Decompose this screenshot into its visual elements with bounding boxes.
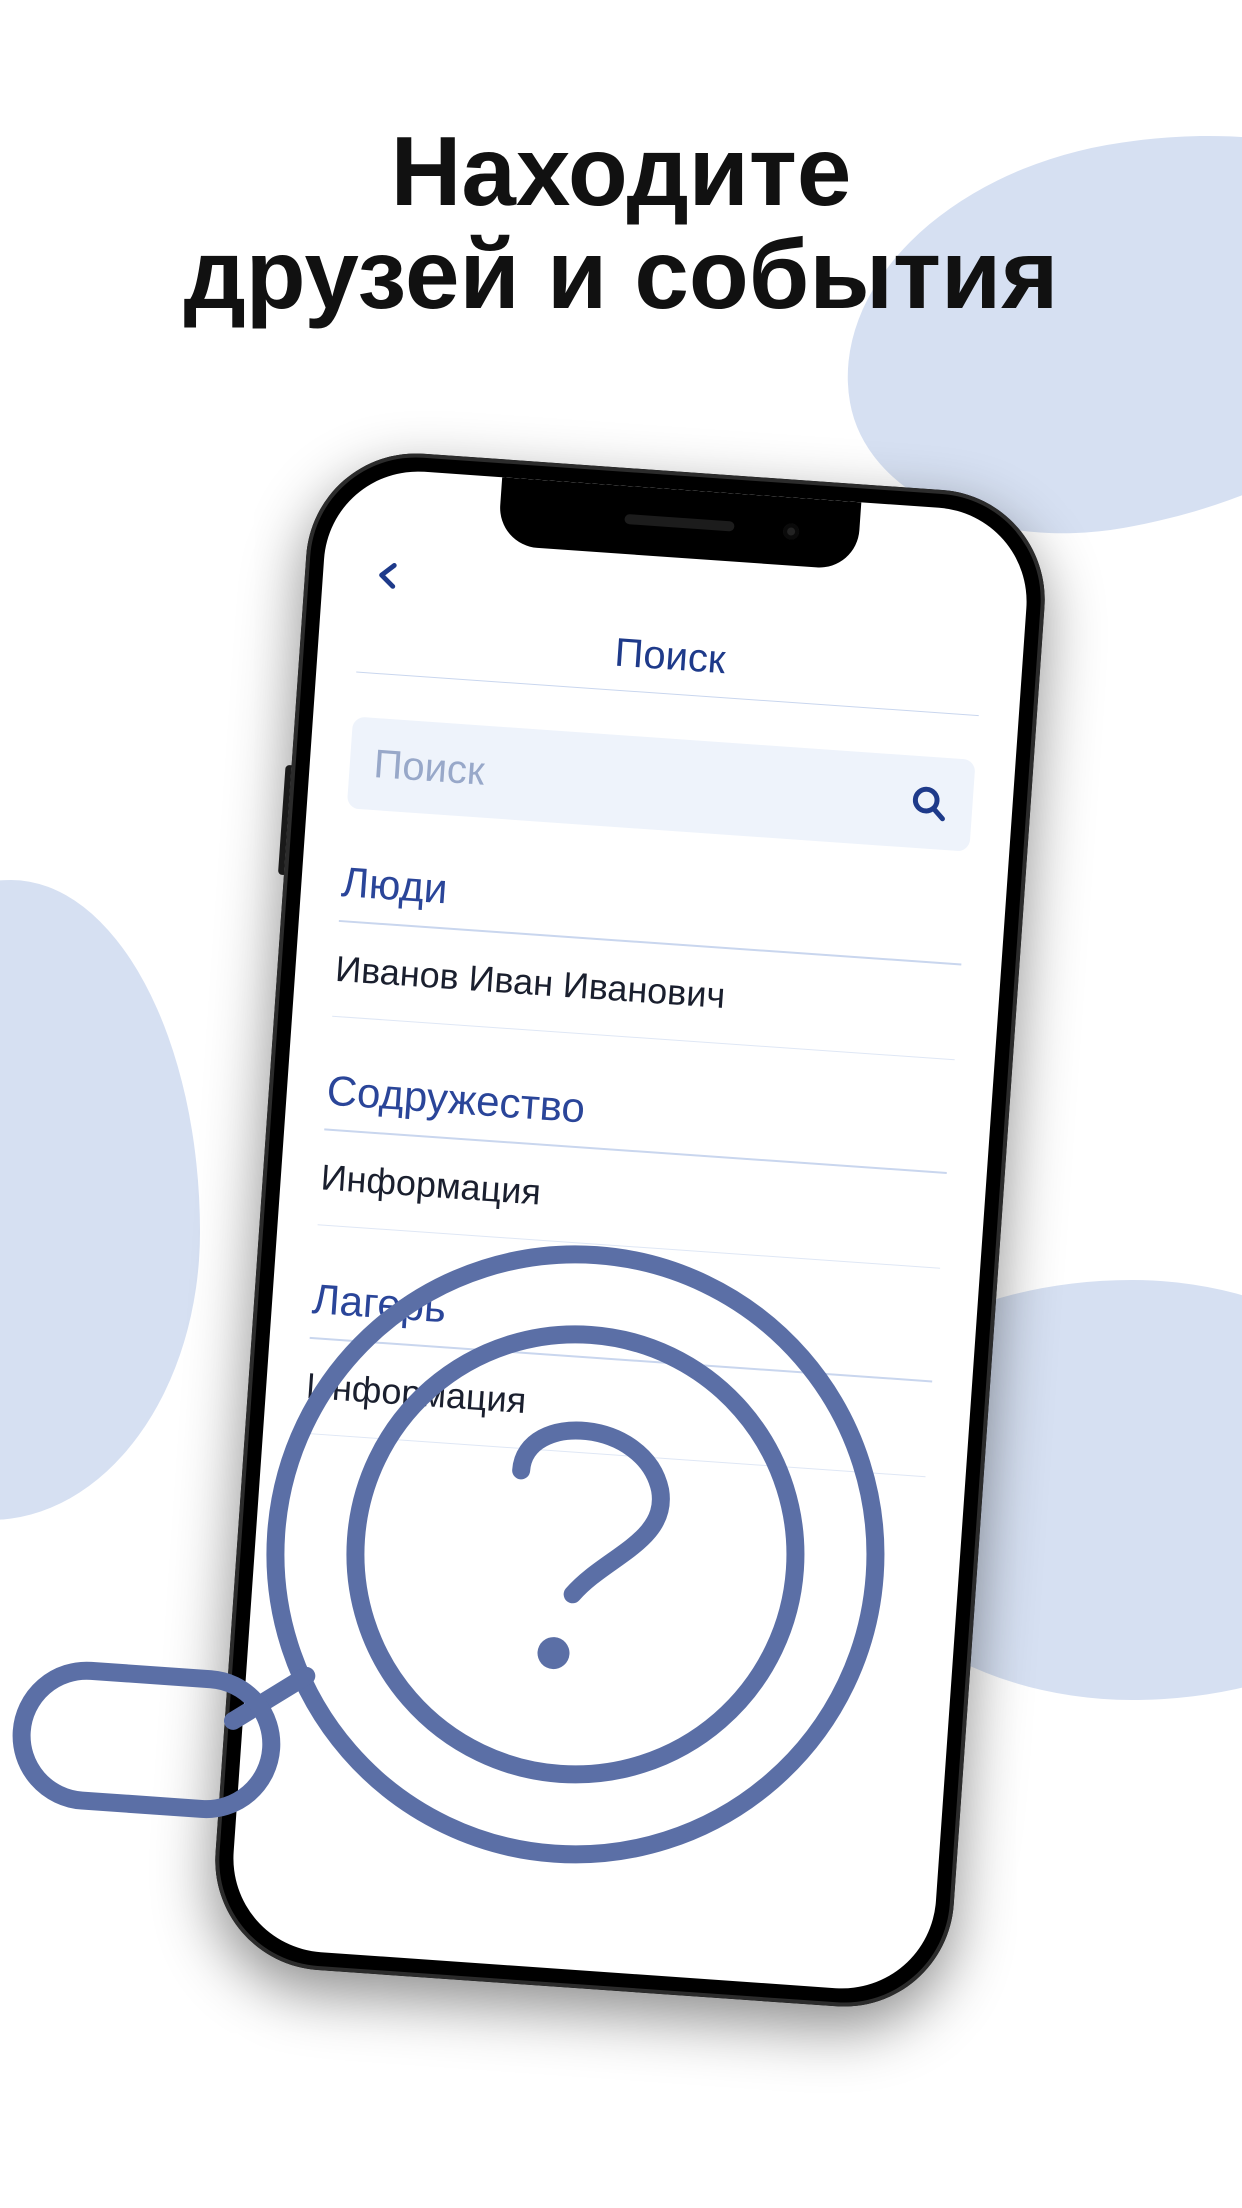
back-button[interactable] xyxy=(361,548,417,604)
page-title: Поиск xyxy=(356,613,983,715)
search-icon xyxy=(907,781,950,824)
magnifier-illustration xyxy=(0,1186,1037,2074)
list-item-label: Информация xyxy=(319,1156,542,1213)
list-item-label: Иванов Иван Иванович xyxy=(334,948,727,1017)
marketing-headline: Находите друзей и события xyxy=(0,120,1242,326)
headline-line-2: друзей и события xyxy=(0,223,1242,326)
arrow-left-icon xyxy=(370,556,408,594)
search-input-container[interactable] xyxy=(347,716,976,851)
search-input[interactable] xyxy=(372,742,910,824)
section-people: Люди Иванов Иван Иванович xyxy=(332,858,966,1060)
app-header: Поиск xyxy=(356,532,988,715)
headline-line-1: Находите xyxy=(0,120,1242,223)
